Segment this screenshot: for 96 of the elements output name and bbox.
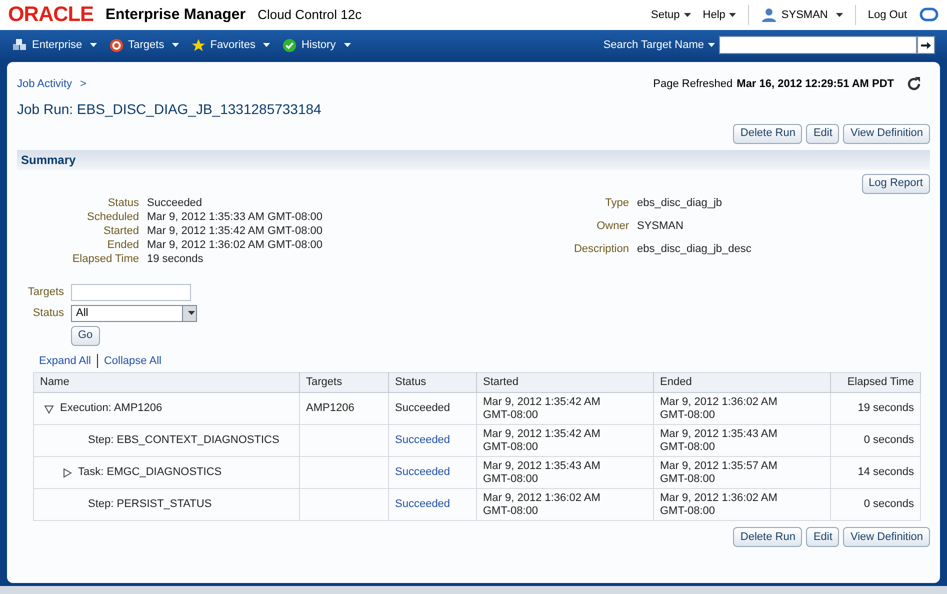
refresh-icon[interactable] bbox=[906, 76, 922, 92]
search-field[interactable] bbox=[719, 36, 917, 54]
started-cell-text: Mar 9, 2012 1:36:02 AM GMT-08:00 bbox=[483, 492, 602, 518]
edition-name: Cloud Control 12c bbox=[258, 6, 362, 24]
refresh-label: Page Refreshed bbox=[653, 77, 733, 92]
name-cell: Step: PERSIST_STATUS bbox=[88, 498, 212, 511]
collapsed-triangle-icon[interactable] bbox=[62, 468, 72, 478]
column-header: Ended bbox=[654, 372, 830, 392]
field-value: Succeeded bbox=[147, 196, 204, 210]
edit-button[interactable]: Edit bbox=[806, 527, 840, 547]
elapsed-cell: 0 seconds bbox=[864, 498, 914, 510]
name-cell: Execution: AMP1206 bbox=[60, 402, 162, 415]
column-header: Started bbox=[476, 372, 654, 392]
caret-icon bbox=[90, 43, 98, 47]
started-cell-text: Mar 9, 2012 1:35:42 AM GMT-08:00 bbox=[483, 396, 602, 422]
star-icon bbox=[191, 38, 206, 52]
summary-header: Summary bbox=[17, 150, 930, 170]
column-header: Targets bbox=[300, 372, 388, 392]
header-menu[interactable]: Help bbox=[702, 6, 736, 24]
cubes-icon bbox=[12, 38, 28, 52]
field-label: Type bbox=[604, 196, 629, 210]
log-report-button[interactable]: Log Report bbox=[862, 174, 930, 194]
favorites-menu[interactable]: Favorites bbox=[191, 36, 270, 54]
field-label: Started bbox=[102, 224, 139, 238]
status-link[interactable]: Succeeded bbox=[395, 434, 450, 446]
field-value: 19 seconds bbox=[147, 252, 204, 266]
delete-run-button[interactable]: Delete Run bbox=[733, 124, 802, 144]
target-icon bbox=[109, 38, 124, 52]
field-value: SYSMAN bbox=[637, 218, 684, 234]
breadcrumb-link[interactable]: Job Activity bbox=[17, 76, 72, 92]
caret-icon bbox=[836, 13, 843, 17]
caret-icon bbox=[172, 43, 180, 47]
logout-link[interactable]: Log Out bbox=[868, 6, 907, 24]
elapsed-cell: 14 seconds bbox=[858, 466, 914, 478]
product-name: Enterprise Manager bbox=[106, 4, 246, 25]
field-value: ebs_disc_diag_jb_desc bbox=[637, 242, 752, 258]
column-header: Status bbox=[388, 372, 476, 392]
column-header: Name bbox=[34, 372, 300, 392]
elapsed-cell: 0 seconds bbox=[864, 434, 914, 446]
caret-icon bbox=[263, 43, 270, 47]
field-label: Scheduled bbox=[86, 210, 139, 224]
edit-button[interactable]: Edit bbox=[806, 124, 840, 144]
field-label: Owner bbox=[596, 218, 629, 234]
search-target-menu[interactable]: Search Target Name bbox=[603, 36, 715, 54]
status-select[interactable]: All bbox=[71, 304, 197, 322]
caret-icon bbox=[344, 43, 351, 47]
field-value: Mar 9, 2012 1:36:02 AM GMT-08:00 bbox=[147, 238, 324, 252]
oracle-ring-icon bbox=[919, 7, 939, 23]
go-button[interactable]: Go bbox=[71, 326, 100, 346]
delete-run-button[interactable]: Delete Run bbox=[733, 527, 802, 547]
ended-cell-text: Mar 9, 2012 1:35:43 AM GMT-08:00 bbox=[660, 428, 778, 454]
elapsed-cell: 19 seconds bbox=[858, 402, 914, 414]
status-cell: Succeeded bbox=[395, 402, 450, 414]
targets-field[interactable] bbox=[71, 284, 191, 300]
targets-cell: AMP1206 bbox=[306, 402, 354, 414]
field-label: Status bbox=[106, 196, 139, 210]
caret-icon bbox=[188, 311, 195, 315]
check-circle-icon bbox=[282, 38, 298, 52]
user-icon bbox=[761, 8, 778, 22]
field-value: ebs_disc_diag_jb bbox=[637, 196, 724, 210]
header-menu[interactable]: Setup bbox=[651, 6, 691, 24]
page-title: Job Run: EBS_DISC_DIAG_JB_1331285733184 bbox=[17, 100, 322, 119]
arrow-right-icon bbox=[921, 40, 931, 50]
ended-cell-text: Mar 9, 2012 1:36:02 AM GMT-08:00 bbox=[660, 492, 778, 518]
column-header: Elapsed Time bbox=[830, 372, 920, 392]
field-value: Mar 9, 2012 1:35:33 AM GMT-08:00 bbox=[147, 210, 324, 224]
started-cell-text: Mar 9, 2012 1:35:43 AM GMT-08:00 bbox=[483, 460, 602, 486]
view-definition-button[interactable]: View Definition bbox=[843, 124, 930, 144]
user-menu[interactable]: SYSMAN bbox=[761, 6, 843, 24]
history-menu[interactable]: History bbox=[282, 36, 351, 54]
refresh-time: Mar 16, 2012 12:29:51 AM PDT bbox=[736, 77, 894, 92]
search-go-button[interactable] bbox=[917, 36, 935, 54]
brand-logo: ORACLE bbox=[8, 2, 94, 28]
field-value: Mar 9, 2012 1:35:42 AM GMT-08:00 bbox=[147, 224, 324, 238]
caret-icon bbox=[684, 13, 691, 17]
targets-menu[interactable]: Targets bbox=[109, 36, 180, 54]
field-label: Ended bbox=[106, 238, 139, 252]
expand-all-link[interactable]: Expand All bbox=[39, 352, 91, 369]
status-link[interactable]: Succeeded bbox=[395, 498, 450, 510]
status-label: Status bbox=[32, 306, 64, 321]
ended-cell-text: Mar 9, 2012 1:35:57 AM GMT-08:00 bbox=[660, 460, 778, 486]
collapse-all-link[interactable]: Collapse All bbox=[104, 352, 162, 369]
ended-cell-text: Mar 9, 2012 1:36:02 AM GMT-08:00 bbox=[660, 396, 778, 422]
caret-icon bbox=[729, 13, 736, 17]
started-cell-text: Mar 9, 2012 1:35:42 AM GMT-08:00 bbox=[483, 428, 602, 454]
enterprise-menu[interactable]: Enterprise bbox=[12, 36, 98, 54]
breadcrumb-separator: > bbox=[80, 77, 86, 92]
view-definition-button[interactable]: View Definition bbox=[843, 527, 930, 547]
name-cell: Step: EBS_CONTEXT_DIAGNOSTICS bbox=[88, 434, 280, 447]
status-link[interactable]: Succeeded bbox=[395, 466, 450, 478]
field-label: Description bbox=[572, 242, 629, 258]
field-label: Elapsed Time bbox=[71, 252, 139, 266]
expanded-triangle-icon[interactable] bbox=[44, 404, 54, 414]
targets-label: Targets bbox=[26, 284, 64, 300]
name-cell: Task: EMGC_DIAGNOSTICS bbox=[78, 466, 222, 479]
caret-icon bbox=[708, 43, 715, 47]
